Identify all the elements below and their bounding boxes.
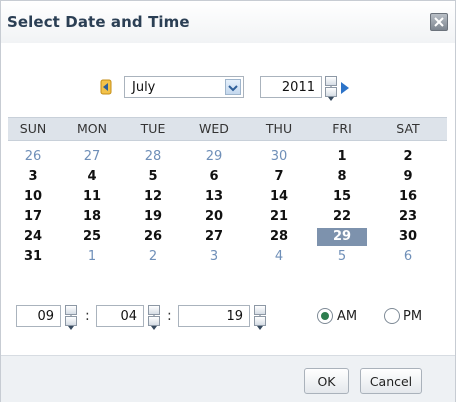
- hour-value: 09: [37, 309, 54, 324]
- calendar-day[interactable]: 18: [67, 208, 117, 226]
- calendar-day[interactable]: 8: [317, 168, 367, 186]
- previous-month-icon[interactable]: [99, 79, 113, 95]
- calendar-day[interactable]: 31: [8, 248, 58, 266]
- second-spinner[interactable]: [254, 305, 266, 330]
- spinner-up-icon[interactable]: [325, 76, 337, 90]
- date-time-dialog: Select Date and Time July 2011 SUN MON T…: [0, 0, 456, 402]
- calendar-day[interactable]: 20: [189, 208, 239, 226]
- calendar-day[interactable]: 27: [189, 228, 239, 246]
- close-icon[interactable]: [430, 13, 448, 31]
- calendar-day[interactable]: 17: [8, 208, 58, 226]
- time-separator: :: [167, 308, 172, 324]
- weekday-label: SAT: [396, 121, 420, 136]
- ok-button[interactable]: OK: [304, 368, 349, 394]
- calendar-day[interactable]: 27: [67, 148, 117, 166]
- calendar-day[interactable]: 14: [254, 188, 304, 206]
- second-value: 19: [226, 309, 243, 324]
- dialog-titlebar: Select Date and Time: [1, 1, 455, 43]
- calendar-day[interactable]: 7: [254, 168, 304, 186]
- calendar-day[interactable]: 10: [8, 188, 58, 206]
- year-value: 2011: [281, 80, 315, 95]
- weekday-label: SUN: [19, 121, 47, 136]
- calendar-day[interactable]: 30: [383, 228, 433, 246]
- calendar-day-selected[interactable]: 29: [317, 228, 367, 246]
- radio-selected-dot: [321, 312, 329, 320]
- weekday-label: TUE: [140, 121, 166, 136]
- calendar-day[interactable]: 2: [383, 148, 433, 166]
- calendar-day[interactable]: 23: [383, 208, 433, 226]
- spinner-down-icon[interactable]: [254, 316, 266, 330]
- weekday-header: SUN MON TUE WED THU FRI SAT: [8, 117, 447, 141]
- calendar-day[interactable]: 1: [317, 148, 367, 166]
- year-field[interactable]: 2011: [260, 76, 322, 98]
- hour-field[interactable]: 09: [16, 305, 61, 327]
- calendar-day[interactable]: 16: [383, 188, 433, 206]
- calendar-day[interactable]: 30: [254, 148, 304, 166]
- calendar-day[interactable]: 22: [317, 208, 367, 226]
- calendar-day[interactable]: 26: [128, 228, 178, 246]
- am-radio[interactable]: [317, 308, 333, 324]
- calendar-day[interactable]: 4: [254, 248, 304, 266]
- spinner-up-icon[interactable]: [65, 305, 77, 319]
- dialog-footer: OK Cancel: [1, 355, 455, 402]
- calendar-day[interactable]: 5: [317, 248, 367, 266]
- minute-value: 04: [120, 309, 137, 324]
- calendar-day[interactable]: 26: [8, 148, 58, 166]
- time-separator: :: [85, 308, 90, 324]
- calendar-day[interactable]: 3: [189, 248, 239, 266]
- calendar-day[interactable]: 5: [128, 168, 178, 186]
- cancel-button[interactable]: Cancel: [360, 368, 422, 394]
- calendar-day[interactable]: 24: [8, 228, 58, 246]
- month-value: July: [132, 80, 156, 95]
- pm-radio[interactable]: [384, 308, 400, 324]
- am-label: AM: [337, 309, 358, 324]
- chevron-down-icon[interactable]: [225, 79, 241, 95]
- month-year-navigation: July 2011: [1, 75, 455, 101]
- spinner-up-icon[interactable]: [148, 305, 160, 319]
- calendar-day[interactable]: 19: [128, 208, 178, 226]
- weekday-label: FRI: [332, 121, 352, 136]
- calendar-day[interactable]: 9: [383, 168, 433, 186]
- spinner-up-icon[interactable]: [254, 305, 266, 319]
- spinner-down-icon[interactable]: [148, 316, 160, 330]
- time-selector: 09 : 04 : 19 AM PM: [1, 303, 455, 330]
- minute-field[interactable]: 04: [96, 305, 144, 327]
- calendar-day[interactable]: 4: [67, 168, 117, 186]
- calendar-day[interactable]: 6: [189, 168, 239, 186]
- hour-spinner[interactable]: [65, 305, 77, 330]
- dialog-title: Select Date and Time: [7, 13, 190, 31]
- calendar-day[interactable]: 2: [128, 248, 178, 266]
- calendar-day[interactable]: 1: [67, 248, 117, 266]
- spinner-down-icon[interactable]: [65, 316, 77, 330]
- minute-spinner[interactable]: [148, 305, 160, 330]
- calendar-day[interactable]: 12: [128, 188, 178, 206]
- next-month-icon[interactable]: [340, 80, 350, 99]
- second-field[interactable]: 19: [178, 305, 250, 327]
- year-spinner[interactable]: [325, 76, 337, 101]
- calendar-day[interactable]: 28: [128, 148, 178, 166]
- month-dropdown[interactable]: July: [124, 76, 244, 98]
- calendar-day[interactable]: 6: [383, 248, 433, 266]
- calendar-day[interactable]: 13: [189, 188, 239, 206]
- weekday-label: MON: [77, 121, 107, 136]
- weekday-label: WED: [199, 121, 229, 136]
- calendar-day[interactable]: 15: [317, 188, 367, 206]
- spinner-down-icon[interactable]: [325, 87, 337, 101]
- calendar-day[interactable]: 3: [8, 168, 58, 186]
- calendar-day[interactable]: 25: [67, 228, 117, 246]
- calendar-day[interactable]: 21: [254, 208, 304, 226]
- weekday-label: THU: [265, 121, 293, 136]
- calendar-day[interactable]: 11: [67, 188, 117, 206]
- calendar-day[interactable]: 28: [254, 228, 304, 246]
- calendar-day[interactable]: 29: [189, 148, 239, 166]
- pm-label: PM: [403, 309, 423, 324]
